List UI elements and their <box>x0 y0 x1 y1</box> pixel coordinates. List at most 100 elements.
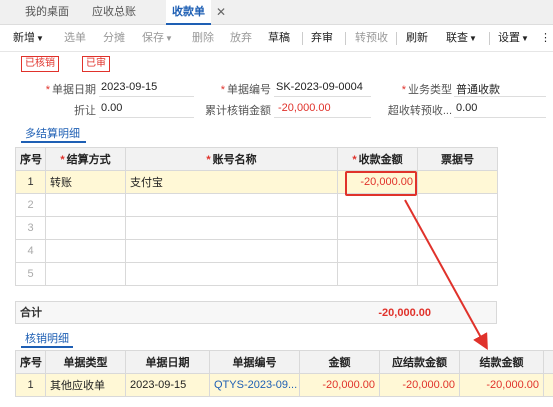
more-icon[interactable]: ⋮ <box>540 25 551 52</box>
settle-section-title[interactable]: 多结算明细 <box>25 125 80 141</box>
chevron-down-icon: ▼ <box>165 34 173 43</box>
verify-table: 序号 单据类型 单据日期 单据编号 金额 应结款金额 结款金额 1 其他应收单 … <box>15 350 553 397</box>
table-row[interactable]: 5 <box>15 262 498 286</box>
draft-button[interactable]: 草稿 <box>268 25 290 52</box>
toolbar-divider <box>302 32 303 45</box>
tab-bar: 我的桌面 应收总账 收款单 ✕ <box>0 0 553 25</box>
doc-no-label: * 单据编号 <box>220 84 271 96</box>
amount-cell[interactable] <box>337 216 418 240</box>
settings-button[interactable]: 设置▼ <box>498 25 529 52</box>
split-button[interactable]: 分摊 <box>103 25 125 52</box>
chevron-down-icon: ▼ <box>469 34 477 43</box>
to-prepay-button[interactable]: 转预收 <box>355 25 388 52</box>
tab-receipt[interactable]: 收款单 <box>166 0 211 25</box>
tab-desktop[interactable]: 我的桌面 <box>25 0 69 25</box>
amount-cell: -20,000.00 <box>299 373 380 397</box>
bill-cell[interactable] <box>417 216 498 240</box>
total-amount: -20,000.00 <box>378 307 431 319</box>
bill-cell[interactable] <box>417 193 498 217</box>
amount-cell[interactable] <box>337 262 418 286</box>
refresh-button[interactable]: 刷新 <box>406 25 428 52</box>
field-underline <box>454 96 546 97</box>
doc-no-field[interactable]: SK-2023-09-0004 <box>276 81 363 93</box>
col-header-extra <box>543 350 553 374</box>
table-row[interactable]: 3 <box>15 216 498 240</box>
toolbar: 新增▼ 选单 分摊 保存▼ 删除 放弃 草稿 弃审 转预收 刷新 联查▼ 设置▼… <box>0 25 553 52</box>
settle-table: 序号 * 结算方式 * 账号名称 * 收款金额 票据号 1 转账 支付宝 -20,00… <box>15 147 498 286</box>
table-row[interactable]: 4 <box>15 239 498 263</box>
field-underline <box>99 96 194 97</box>
unaudit-button[interactable]: 弃审 <box>311 25 333 52</box>
close-icon[interactable]: ✕ <box>216 0 226 25</box>
col-header-method: * 结算方式 <box>45 147 126 171</box>
select-button[interactable]: 选单 <box>64 25 86 52</box>
field-underline <box>274 96 371 97</box>
method-cell[interactable] <box>45 216 126 240</box>
col-header-due: 应结款金额 <box>379 350 460 374</box>
chevron-down-icon: ▼ <box>36 34 44 43</box>
settled-cell[interactable]: -20,000.00 <box>459 373 544 397</box>
doc-no-link[interactable]: QTYS-2023-09... <box>209 373 300 397</box>
row-index: 1 <box>15 373 46 397</box>
linked-query-label: 联查 <box>446 32 468 44</box>
new-label: 新增 <box>13 32 35 44</box>
field-underline <box>99 117 194 118</box>
chevron-down-icon: ▼ <box>521 34 529 43</box>
settings-label: 设置 <box>498 32 520 44</box>
discount-field[interactable]: 0.00 <box>101 102 122 114</box>
new-button[interactable]: 新增▼ <box>13 25 44 52</box>
biz-type-field[interactable]: 普通收款 <box>456 81 500 97</box>
toolbar-divider <box>396 32 397 45</box>
amount-cell[interactable] <box>337 239 418 263</box>
bill-cell[interactable] <box>417 239 498 263</box>
table-row[interactable]: 2 <box>15 193 498 217</box>
section-underline <box>21 141 86 143</box>
toolbar-divider <box>345 32 346 45</box>
audited-stamp: 已审 <box>82 56 110 72</box>
section-underline <box>21 346 73 348</box>
doc-date-field[interactable]: 2023-09-15 <box>101 81 157 93</box>
col-header-bill: 票据号 <box>417 147 498 171</box>
delete-button[interactable]: 删除 <box>192 25 214 52</box>
account-cell[interactable] <box>125 239 338 263</box>
bill-cell[interactable] <box>417 262 498 286</box>
type-cell[interactable]: 其他应收单 <box>45 373 126 397</box>
date-cell[interactable]: 2023-09-15 <box>125 373 210 397</box>
method-cell[interactable] <box>45 239 126 263</box>
tab-ar-ledger[interactable]: 应收总账 <box>92 0 136 25</box>
account-cell[interactable] <box>125 193 338 217</box>
table-row[interactable]: 1 转账 支付宝 -20,000.00 <box>15 170 498 194</box>
verified-stamp: 已核销 <box>21 56 59 72</box>
account-cell[interactable]: 支付宝 <box>125 170 338 194</box>
method-cell[interactable] <box>45 193 126 217</box>
linked-query-button[interactable]: 联查▼ <box>446 25 477 52</box>
due-cell: -20,000.00 <box>379 373 460 397</box>
row-index: 4 <box>15 239 46 263</box>
table-row[interactable]: 1 其他应收单 2023-09-15 QTYS-2023-09... -20,0… <box>15 373 553 397</box>
cum-verify-label: 累计核销金额 <box>205 105 271 117</box>
amount-cell[interactable] <box>337 193 418 217</box>
col-header-idx: 序号 <box>15 350 46 374</box>
account-cell[interactable] <box>125 262 338 286</box>
settle-total-row: 合计 -20,000.00 <box>15 301 497 324</box>
bill-cell[interactable] <box>417 170 498 194</box>
over-prepay-field[interactable]: 0.00 <box>456 102 477 114</box>
field-underline <box>454 117 546 118</box>
row-index: 1 <box>15 170 46 194</box>
doc-date-label: * 单据日期 <box>45 84 96 96</box>
save-button[interactable]: 保存▼ <box>142 25 173 52</box>
toolbar-divider <box>489 32 490 45</box>
col-header-idx: 序号 <box>15 147 46 171</box>
col-header-amount: * 收款金额 <box>337 147 418 171</box>
method-cell[interactable]: 转账 <box>45 170 126 194</box>
verify-section-title[interactable]: 核销明细 <box>25 330 69 346</box>
col-header-no: 单据编号 <box>209 350 300 374</box>
account-cell[interactable] <box>125 216 338 240</box>
col-header-date: 单据日期 <box>125 350 210 374</box>
col-header-account: * 账号名称 <box>125 147 338 171</box>
col-header-type: 单据类型 <box>45 350 126 374</box>
method-cell[interactable] <box>45 262 126 286</box>
total-label: 合计 <box>20 307 42 319</box>
abandon-button[interactable]: 放弃 <box>230 25 252 52</box>
save-label: 保存 <box>142 32 164 44</box>
